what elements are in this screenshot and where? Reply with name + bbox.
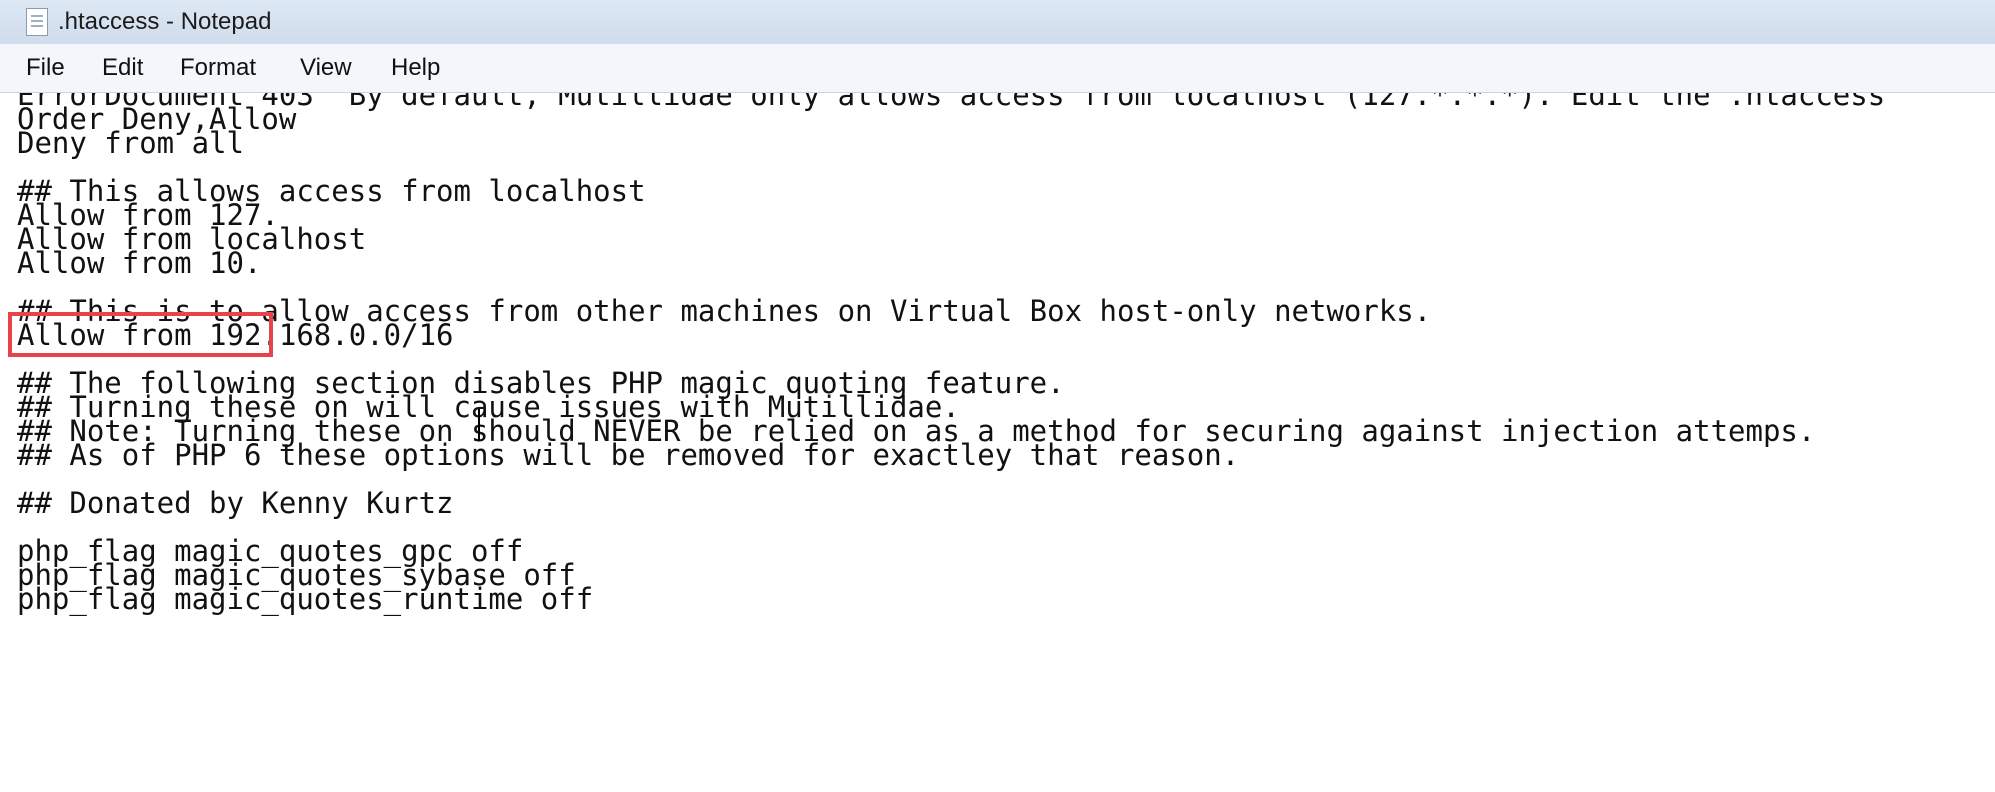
- editor-line-allow-10[interactable]: Allow from 10.: [17, 248, 261, 278]
- editor-line-magic-quotes-runtime[interactable]: php_flag magic_quotes_runtime off: [17, 584, 593, 614]
- notepad-window: .htaccess - Notepad File Edit Format Vie…: [0, 0, 1995, 792]
- menu-view[interactable]: View: [300, 54, 352, 82]
- editor-line-deny[interactable]: Deny from all: [17, 128, 244, 158]
- menu-file[interactable]: File: [26, 54, 65, 82]
- highlight-box: [8, 312, 273, 357]
- notepad-icon: [26, 8, 48, 36]
- menu-bar: File Edit Format View Help: [0, 44, 1995, 93]
- menu-help[interactable]: Help: [391, 54, 440, 82]
- editor-line-errordocument[interactable]: ErrorDocument 403 "By default, Mutillida…: [17, 93, 1885, 110]
- menu-edit[interactable]: Edit: [102, 54, 143, 82]
- menu-format[interactable]: Format: [180, 54, 256, 82]
- editor-line-comment-php6[interactable]: ## As of PHP 6 these options will be rem…: [17, 440, 1239, 470]
- text-caret: [478, 409, 480, 441]
- title-bar[interactable]: .htaccess - Notepad: [0, 0, 1995, 45]
- editor-line-comment-donated[interactable]: ## Donated by Kenny Kurtz: [17, 488, 454, 518]
- text-editor[interactable]: ErrorDocument 403 "By default, Mutillida…: [0, 93, 1995, 792]
- window-title: .htaccess - Notepad: [58, 8, 272, 35]
